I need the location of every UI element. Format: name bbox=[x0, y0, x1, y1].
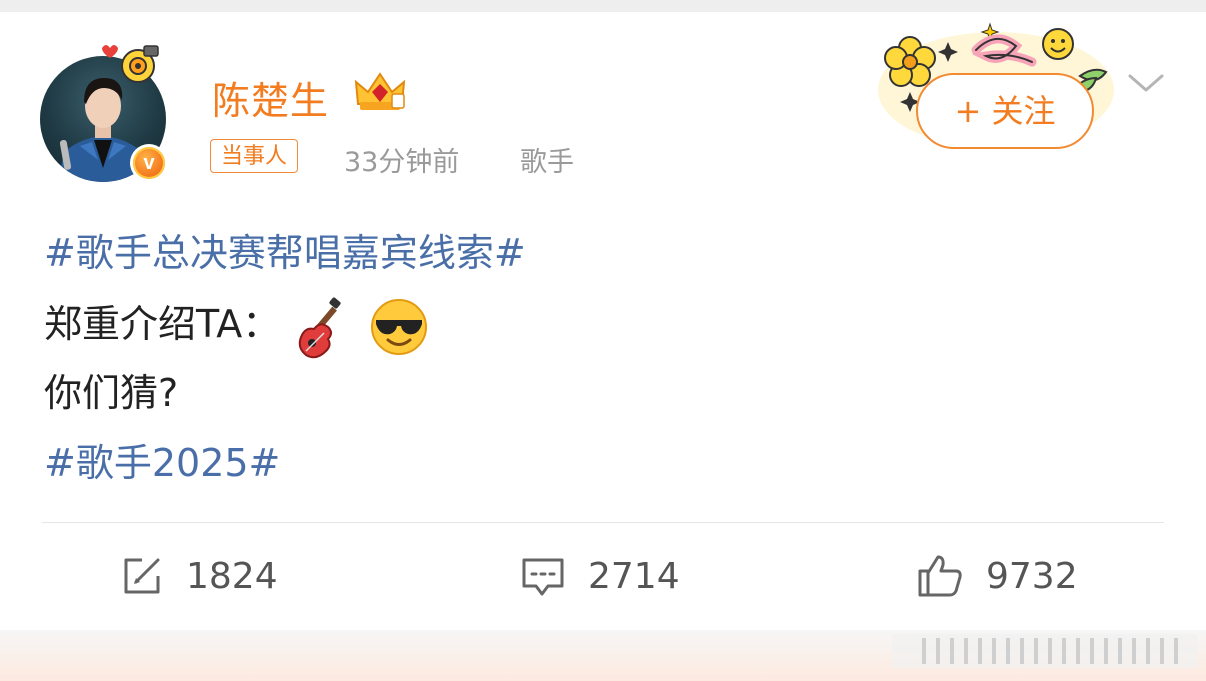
sunglasses-emoji bbox=[371, 298, 428, 355]
image-pager-indicator bbox=[892, 634, 1198, 668]
verified-badge-icon: v bbox=[130, 144, 168, 182]
like-button[interactable]: 9732 bbox=[916, 552, 1078, 600]
guitar-emoji bbox=[299, 297, 341, 358]
comment-count: 2714 bbox=[588, 555, 680, 597]
status-badge: 当事人 bbox=[210, 139, 299, 173]
repost-icon bbox=[124, 558, 160, 594]
comment-icon bbox=[522, 558, 564, 596]
follow-button[interactable]: + 关注 bbox=[916, 73, 1094, 149]
post-text-line: 郑重介绍TA： bbox=[44, 293, 430, 359]
post-text: 郑重介绍TA： bbox=[44, 302, 281, 346]
topic-link-2[interactable]: #歌手2025# bbox=[44, 432, 280, 487]
post-text-line-2: 你们猜? bbox=[44, 371, 179, 415]
like-count: 9732 bbox=[986, 555, 1078, 597]
divider bbox=[42, 522, 1164, 523]
thumbs-up-icon bbox=[918, 555, 962, 597]
repost-button[interactable]: 1824 bbox=[120, 552, 278, 600]
comment-button[interactable]: 2714 bbox=[520, 552, 680, 600]
post-time: 33分钟前 bbox=[344, 147, 460, 178]
post-source: 歌手 bbox=[520, 147, 574, 178]
author-name[interactable]: 陈楚生 bbox=[212, 70, 329, 125]
repost-count: 1824 bbox=[186, 555, 278, 597]
vip-crown-icon bbox=[354, 72, 406, 110]
topic-link[interactable]: #歌手总决赛帮唱嘉宾线索# bbox=[44, 222, 526, 277]
avatar-pendant-icon bbox=[102, 45, 159, 83]
chevron-down-icon[interactable] bbox=[1126, 68, 1166, 98]
